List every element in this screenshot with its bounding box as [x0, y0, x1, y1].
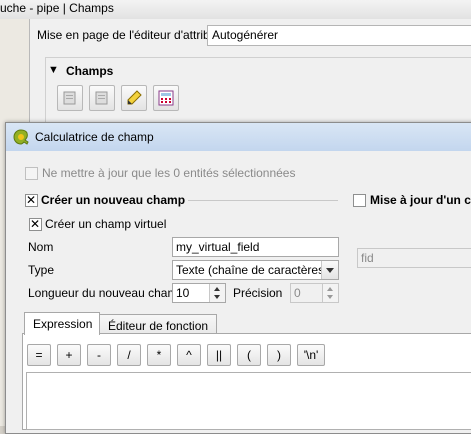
operator-concat-button[interactable]: || — [207, 344, 231, 366]
update-existing-label: Mise à jour d'un ch — [370, 193, 471, 207]
create-field-checkbox[interactable] — [25, 193, 38, 207]
background-title: uche - pipe | Champs — [0, 1, 114, 15]
calculator-icon — [158, 90, 174, 106]
operator-divide-button[interactable]: / — [117, 344, 141, 366]
field-calculator-button[interactable] — [153, 85, 179, 111]
virtual-field-label: Créer un champ virtuel — [45, 217, 167, 231]
update-existing-checkbox[interactable] — [353, 194, 366, 207]
editor-layout-label: Mise en page de l'éditeur d'attribut — [37, 28, 220, 42]
length-label: Longueur du nouveau champ — [28, 286, 185, 300]
type-label: Type — [28, 263, 55, 277]
field-type-select[interactable]: Texte (chaîne de caractères) — [172, 260, 339, 280]
name-label: Nom — [28, 240, 54, 254]
edit-mode-button[interactable] — [121, 85, 147, 111]
stepper-arrows-icon[interactable] — [209, 284, 225, 302]
operator-open-paren-button[interactable]: ( — [237, 344, 261, 366]
dialog-title: Calculatrice de champ — [35, 130, 154, 144]
delete-field-icon — [95, 91, 108, 105]
operator-minus-button[interactable]: - — [87, 344, 111, 366]
chevron-down-icon[interactable] — [321, 261, 338, 279]
new-field-icon — [63, 91, 76, 105]
stepper-arrows-icon[interactable] — [322, 284, 338, 302]
delete-field-button[interactable] — [89, 85, 115, 111]
dialog-title-bar[interactable]: Calculatrice de champ — [6, 123, 471, 151]
precision-spinbox[interactable]: 0 — [290, 283, 339, 303]
fields-group-title: Champs — [66, 64, 114, 78]
tab-expression[interactable]: Expression — [24, 312, 100, 335]
operator-newline-button[interactable]: '\n' — [297, 344, 325, 366]
update-selected-label: Ne mettre à jour que les 0 entités sélec… — [42, 166, 296, 180]
editor-layout-select[interactable]: Autogénérer — [207, 25, 471, 46]
qgis-logo-icon — [13, 129, 29, 145]
group-divider — [188, 200, 338, 201]
expression-editor[interactable] — [26, 372, 471, 430]
create-field-label: Créer un nouveau champ — [41, 193, 186, 207]
operator-power-button[interactable]: ^ — [177, 344, 201, 366]
operator-close-paren-button[interactable]: ) — [267, 344, 291, 366]
operator-multiply-button[interactable]: * — [147, 344, 171, 366]
tab-function-editor[interactable]: Éditeur de fonction — [99, 314, 217, 335]
field-name-input[interactable]: my_virtual_field — [172, 237, 339, 257]
pencil-icon — [127, 90, 142, 105]
operator-equals-button[interactable]: = — [27, 344, 51, 366]
update-selected-checkbox[interactable] — [25, 167, 38, 180]
field-length-spinbox[interactable]: 10 — [172, 283, 226, 303]
precision-label: Précision — [233, 286, 283, 300]
existing-field-select[interactable]: fid — [357, 248, 471, 268]
new-field-button[interactable] — [57, 85, 83, 111]
operator-plus-button[interactable]: + — [57, 344, 81, 366]
virtual-field-checkbox[interactable] — [29, 217, 42, 231]
collapse-arrow-icon[interactable]: ▼ — [48, 64, 59, 76]
background-title-bar: uche - pipe | Champs — [0, 0, 471, 19]
